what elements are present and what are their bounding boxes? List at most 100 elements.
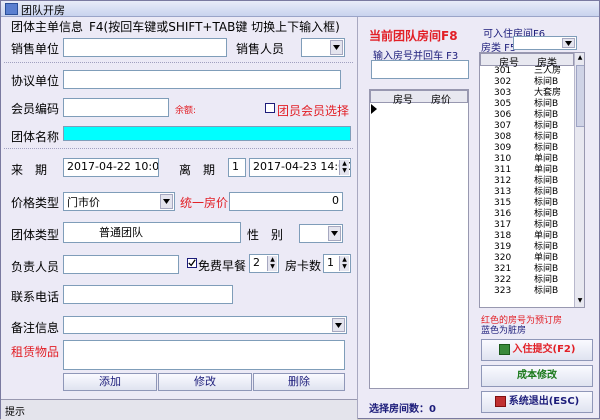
room-cards-stepper[interactable]: 1 ▲ ▼ <box>323 254 351 273</box>
group-member-select-label[interactable]: 团员会员选择 <box>277 102 349 119</box>
table-row[interactable]: 319 标间B <box>480 242 564 253</box>
room-type: 单间B <box>534 253 559 263</box>
table-row[interactable]: 317 标间B <box>480 220 564 231</box>
room-number: 302 <box>494 77 512 87</box>
room-type: 单间B <box>534 154 559 164</box>
delete-button[interactable]: 删除 <box>253 373 345 391</box>
free-breakfast-stepper[interactable]: 2 ▲ ▼ <box>249 254 279 273</box>
room-number: 318 <box>494 231 512 241</box>
table-row[interactable]: 301 三人房 <box>480 66 564 77</box>
group-type-dropdown[interactable]: 普通团队 <box>63 222 241 243</box>
table-row[interactable]: 308 标间B <box>480 132 564 143</box>
nights-input[interactable]: 1 <box>228 158 246 177</box>
room-number: 322 <box>494 275 512 285</box>
leader-label: 负责人员 <box>11 260 60 274</box>
group-name-input[interactable] <box>63 126 351 141</box>
exit-button[interactable]: 系统退出(ESC) <box>481 391 593 413</box>
chevron-down-icon[interactable] <box>160 194 173 209</box>
remark-label: 备注信息 <box>11 321 60 335</box>
room-number: 305 <box>494 99 512 109</box>
room-number: 321 <box>494 264 512 274</box>
table-row[interactable]: 320 单间B <box>480 253 564 264</box>
room-number: 311 <box>494 165 512 175</box>
table-row[interactable]: 303 大套房 <box>480 88 564 99</box>
table-row[interactable]: 309 标间B <box>480 143 564 154</box>
agreement-unit-input[interactable] <box>63 70 341 89</box>
group-member-checkbox[interactable] <box>265 103 275 113</box>
table-row[interactable]: 322 标间B <box>480 275 564 286</box>
add-button[interactable]: 添加 <box>63 373 157 391</box>
current-rooms-title: 当前团队房间F8 <box>369 29 458 43</box>
chevron-down-icon[interactable] <box>332 318 345 332</box>
table-row[interactable]: 307 标间B <box>480 121 564 132</box>
spin-icon[interactable]: ▲ ▼ <box>267 256 277 271</box>
price-type-dropdown[interactable]: 门市价 <box>63 192 175 211</box>
balance-label: 余额: <box>175 106 197 116</box>
chevron-down-icon[interactable] <box>328 226 341 241</box>
table-row[interactable]: 302 标间B <box>480 77 564 88</box>
table-row[interactable]: 313 标间B <box>480 187 564 198</box>
sales-unit-input[interactable] <box>63 38 227 57</box>
room-type-dropdown[interactable] <box>513 36 577 50</box>
room-number: 313 <box>494 187 512 197</box>
table-row[interactable]: 323 标间B <box>480 286 564 297</box>
group-name-label: 团体名称 <box>11 130 60 144</box>
group-checkin-window: 团队开房 团体主单信息 F4(按回车键或SHIFT+TAB键 切换上下输入框) … <box>0 0 600 420</box>
scroll-up-icon[interactable]: ▲ <box>576 53 584 63</box>
table-row[interactable]: 312 标间B <box>480 176 564 187</box>
divider <box>357 17 358 419</box>
unified-price-input[interactable]: 0 <box>229 192 343 211</box>
salesperson-dropdown[interactable] <box>301 38 345 57</box>
leader-input[interactable] <box>63 255 179 274</box>
cost-edit-button[interactable]: 成本修改 <box>481 365 593 387</box>
edit-button[interactable]: 修改 <box>158 373 252 391</box>
room-type: 标间B <box>534 77 559 87</box>
spin-icon[interactable]: ▲ ▼ <box>339 160 349 175</box>
room-type: 单间B <box>534 231 559 241</box>
vertical-scrollbar[interactable]: ▲ ▼ <box>574 53 584 307</box>
spin-icon[interactable]: ▲ ▼ <box>339 256 349 271</box>
table-row[interactable]: 321 标间B <box>480 264 564 275</box>
room-number-input[interactable] <box>371 60 469 79</box>
status-text: 提示 <box>5 407 25 418</box>
room-type: 标间B <box>534 99 559 109</box>
scroll-down-icon[interactable]: ▼ <box>576 296 584 306</box>
table-row[interactable]: 318 单间B <box>480 231 564 242</box>
room-type: 标间B <box>534 286 559 296</box>
app-icon <box>5 3 18 15</box>
title-bar: 团队开房 <box>1 1 599 17</box>
room-number: 319 <box>494 242 512 252</box>
table-row[interactable]: 311 单间B <box>480 165 564 176</box>
legend-dirty: 蓝色为脏房 <box>481 326 527 336</box>
free-breakfast-checkbox[interactable] <box>187 258 197 268</box>
scroll-thumb[interactable] <box>576 65 584 127</box>
table-row[interactable]: 310 单间B <box>480 154 564 165</box>
phone-input[interactable] <box>63 285 233 304</box>
room-type: 标间B <box>534 121 559 131</box>
gender-dropdown[interactable] <box>299 224 343 243</box>
room-number: 303 <box>494 88 512 98</box>
room-cards-label: 房卡数 <box>285 259 322 273</box>
grid-header: 房号 房价 <box>370 90 468 106</box>
table-row[interactable]: 306 标间B <box>480 110 564 121</box>
current-rooms-grid[interactable]: 房号 房价 <box>369 89 469 389</box>
price-type-label: 价格类型 <box>11 196 60 210</box>
row-pointer-icon <box>371 104 377 114</box>
checkin-submit-button[interactable]: 入住提交(F2) <box>481 339 593 361</box>
room-type: 标间B <box>534 132 559 142</box>
table-row[interactable]: 316 标间B <box>480 209 564 220</box>
chevron-down-icon[interactable] <box>330 40 343 55</box>
chevron-down-icon[interactable] <box>562 38 575 48</box>
selected-count-label: 选择房间数：0 <box>369 404 436 415</box>
remark-dropdown[interactable] <box>63 316 347 334</box>
table-row[interactable]: 315 标间B <box>480 198 564 209</box>
available-rooms-grid[interactable]: 房号 房类 301 三人房 302 标间B 303 大套房 305 标间B 306 标间B 307 标… <box>479 52 585 308</box>
agreement-unit-label: 协议单位 <box>11 74 60 88</box>
depart-datetime[interactable]: 2017-04-23 14:00 ▲ ▼ <box>249 158 351 177</box>
arrive-datetime[interactable]: 2017-04-22 10:02 <box>63 158 159 177</box>
member-code-input[interactable] <box>63 98 169 117</box>
room-type: 标间B <box>534 110 559 120</box>
room-number: 317 <box>494 220 512 230</box>
table-row[interactable]: 305 标间B <box>480 99 564 110</box>
rental-input[interactable] <box>63 340 345 370</box>
